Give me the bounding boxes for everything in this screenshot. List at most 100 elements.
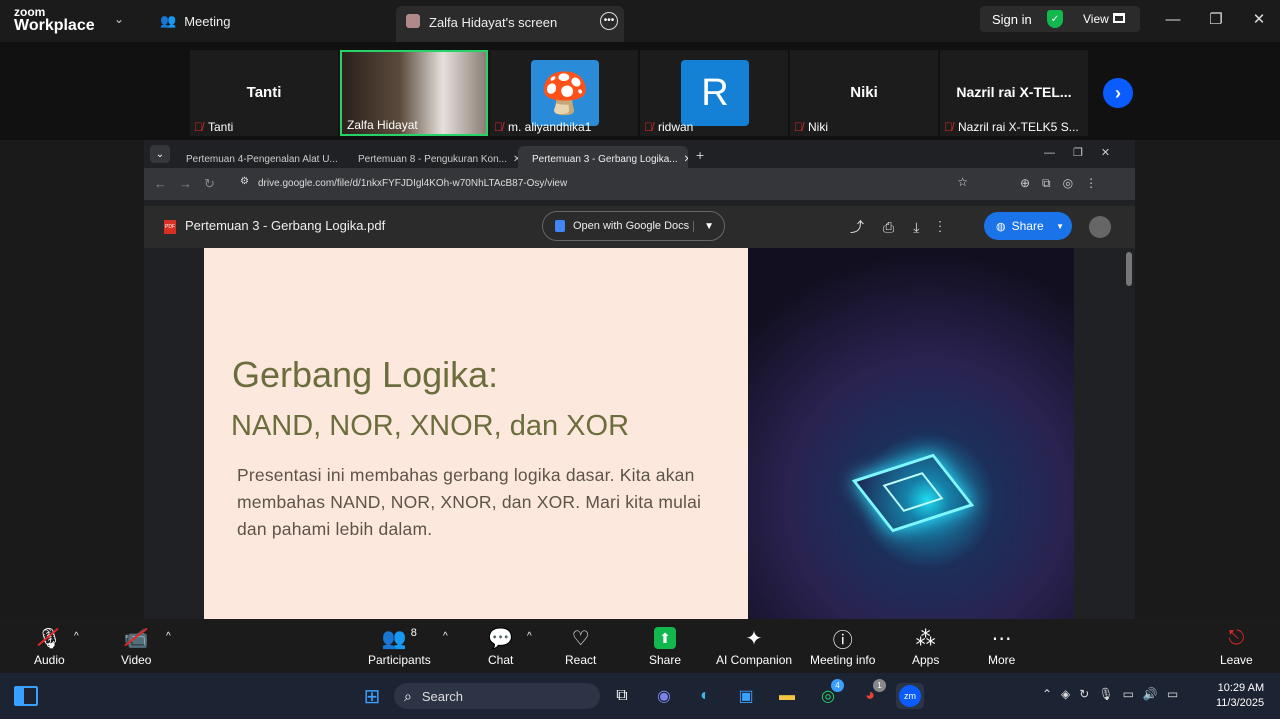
taskbar-search-label: Search	[421, 688, 464, 704]
video-options-caret-icon[interactable]: ^	[166, 631, 171, 642]
avatar	[406, 14, 420, 28]
sign-in-button[interactable]: Sign in	[992, 12, 1032, 27]
open-with-google-docs-button[interactable]: Open with Google Docs ▼	[542, 211, 725, 241]
view-button[interactable]: View	[1083, 12, 1109, 26]
circuit-board-image	[748, 248, 1074, 619]
apps-label: Apps	[912, 653, 940, 667]
mic-off-icon: 🎙̸	[944, 120, 953, 134]
nav-buttons[interactable]: ←→↻	[154, 176, 227, 192]
screen-tab-label: Zalfa Hidayat's screen	[429, 15, 558, 30]
close-icon[interactable]: ✕	[1248, 8, 1270, 30]
participant-tile-aliyandhika[interactable]: 🍄 🎙̸ m. aliyandhika1	[490, 50, 638, 136]
meeting-tab-label: Meeting	[184, 13, 231, 29]
share-screen-button[interactable]: ⬆ Share	[649, 627, 681, 667]
tile-label: Nazril rai X-TELK5 S...	[958, 120, 1079, 134]
restore-icon[interactable]: ❐	[1205, 8, 1227, 30]
participant-tile-ridwan[interactable]: R 🎙̸ ridwan	[640, 50, 788, 136]
apps-button[interactable]: ⁂ Apps	[912, 627, 940, 668]
more-options-icon[interactable]: •••	[600, 12, 618, 30]
zoom-taskbar-icon[interactable]: zm	[896, 683, 924, 709]
globe-icon: ◍	[996, 220, 1006, 233]
store-icon[interactable]: ▣	[732, 683, 760, 709]
tab-label: Pertemuan 4-Pengenalan Alat U...	[186, 153, 338, 165]
participants-icon: 👥 8	[381, 627, 417, 650]
minimize-icon[interactable]: —	[1162, 8, 1184, 30]
windows-start-icon[interactable]: ⊞	[358, 683, 386, 709]
screen-share-tab[interactable]: Zalfa Hidayat's screen •••	[396, 6, 624, 42]
ai-companion-button[interactable]: ✦ AI Companion	[716, 627, 793, 668]
participant-tile-zalfa[interactable]: Zalfa Hidayat	[340, 50, 488, 136]
share-caret-icon[interactable]: ▼	[1056, 222, 1064, 231]
tile-name-big: Nazril rai X-TEL...	[956, 84, 1072, 100]
info-icon: ⓘ	[832, 629, 853, 652]
site-info-icon[interactable]: ⚙	[240, 176, 249, 187]
participant-tile-niki[interactable]: Niki 🎙̸ Niki	[790, 50, 938, 136]
participants-button[interactable]: 👥 8 Participants	[368, 627, 431, 667]
apps-icon: ⁂	[915, 627, 936, 650]
share-screen-label: Share	[649, 653, 682, 667]
slide-text-panel: Gerbang Logika: NAND, NOR, XNOR, dan XOR…	[204, 248, 748, 619]
scrollbar-thumb[interactable]	[1126, 252, 1132, 286]
dropdown-caret-icon[interactable]: ▼	[693, 220, 714, 232]
meeting-info-button[interactable]: ⓘ Meeting info	[810, 627, 875, 668]
system-tray-icons[interactable]: ⌃◈↻🎙▭🔊▭	[1042, 687, 1187, 701]
share-arrow-icon: ⬆	[654, 627, 677, 649]
video-off-icon: 📹	[123, 627, 149, 650]
participant-tile-nazril[interactable]: Nazril rai X-TEL... 🎙̸ Nazril rai X-TELK5…	[940, 50, 1088, 136]
share-button[interactable]: ◍ Share ▼	[984, 212, 1072, 240]
chat-caret-icon[interactable]: ^	[527, 631, 532, 642]
browser-window-controls[interactable]: —❐✕	[1044, 146, 1128, 159]
meeting-tab[interactable]: 👥 Meeting	[160, 13, 230, 29]
audio-options-caret-icon[interactable]: ^	[74, 631, 79, 642]
chat-button[interactable]: 💬 Chat	[488, 627, 514, 668]
more-dots-icon: ⋯	[991, 627, 1012, 650]
address-bar[interactable]: ⚙ drive.google.com/file/d/1nkxFYFJDIgl4K…	[232, 171, 978, 195]
more-button[interactable]: ⋯ More	[988, 627, 1015, 668]
grid-view-icon[interactable]	[1113, 13, 1125, 23]
zoom-workplace-logo: zoom Workplace	[14, 6, 95, 34]
app-menu-chevron-icon[interactable]: ⌄	[114, 12, 124, 26]
participants-caret-icon[interactable]: ^	[443, 631, 448, 642]
task-view-icon[interactable]: ⧉	[608, 683, 636, 709]
drive-viewer-header: PDF Pertemuan 3 - Gerbang Logika.pdf Ope…	[144, 206, 1135, 248]
participants-count: 8	[410, 627, 417, 639]
search-icon: ⌕	[404, 687, 412, 704]
clock[interactable]: 10:29 AM 11/3/2025	[1216, 681, 1264, 711]
google-docs-icon	[555, 220, 565, 232]
leave-button[interactable]: ⎋ Leave	[1220, 627, 1253, 668]
react-button[interactable]: ♡ React	[565, 627, 596, 668]
mic-off-icon: 🎙̸	[494, 120, 503, 134]
windows-taskbar: ⊞ ⌕ Search ⧉ ◉ ◐ ▣ ▬ ◎ 4 ◕ 1 zm ⌃◈↻🎙▭🔊▭ …	[0, 673, 1280, 719]
tile-name-big: Tanti	[246, 84, 282, 101]
widgets-icon[interactable]	[14, 686, 38, 706]
pdf-slide-page: Gerbang Logika: NAND, NOR, XNOR, dan XOR…	[204, 248, 1074, 619]
audio-button[interactable]: 🎙 Audio	[34, 627, 65, 668]
slide-body-text: Presentasi ini membahas gerbang logika d…	[237, 465, 702, 539]
file-explorer-icon[interactable]: ▬	[773, 683, 801, 709]
tile-label: Zalfa Hidayat	[347, 118, 418, 132]
tile-label: m. aliyandhika1	[508, 120, 592, 134]
account-avatar[interactable]	[1089, 216, 1111, 238]
tab-search-icon[interactable]: ⌄	[150, 145, 170, 163]
edge-icon[interactable]: ◐	[691, 683, 719, 709]
chrome-icon[interactable]: ◕ 1	[856, 679, 886, 709]
mic-muted-icon: 🎙	[36, 627, 63, 650]
chat-bubble-icon: 💬	[488, 627, 514, 650]
tab-close-icon[interactable]: ✕	[684, 154, 688, 165]
bookmark-star-icon[interactable]: ☆	[957, 175, 968, 189]
whatsapp-icon[interactable]: ◎ 4	[814, 679, 844, 709]
chrome-badge: 1	[873, 679, 886, 692]
new-tab-icon[interactable]: +	[696, 147, 704, 163]
tile-label: Tanti	[208, 120, 234, 134]
chat-label: Chat	[488, 653, 514, 667]
next-page-arrow-icon[interactable]: ›	[1103, 78, 1133, 108]
viewer-actions-icons[interactable]: ⤴⎙⤓⋮	[850, 217, 961, 237]
participant-tile-tanti[interactable]: Tanti 🎙̸ Tanti	[190, 50, 338, 136]
tab-label: Pertemuan 8 - Pengukuran Kon...	[358, 153, 507, 165]
slide-subtitle: NAND, NOR, XNOR, dan XOR	[231, 410, 630, 442]
taskbar-search-box[interactable]: ⌕ Search	[394, 683, 600, 709]
teams-chat-icon[interactable]: ◉	[650, 683, 678, 709]
video-button[interactable]: 📹 Video	[121, 627, 151, 668]
extensions-icons[interactable]: ⊕⧉◎⋮	[1020, 176, 1109, 191]
ai-companion-label: AI Companion	[716, 653, 793, 667]
